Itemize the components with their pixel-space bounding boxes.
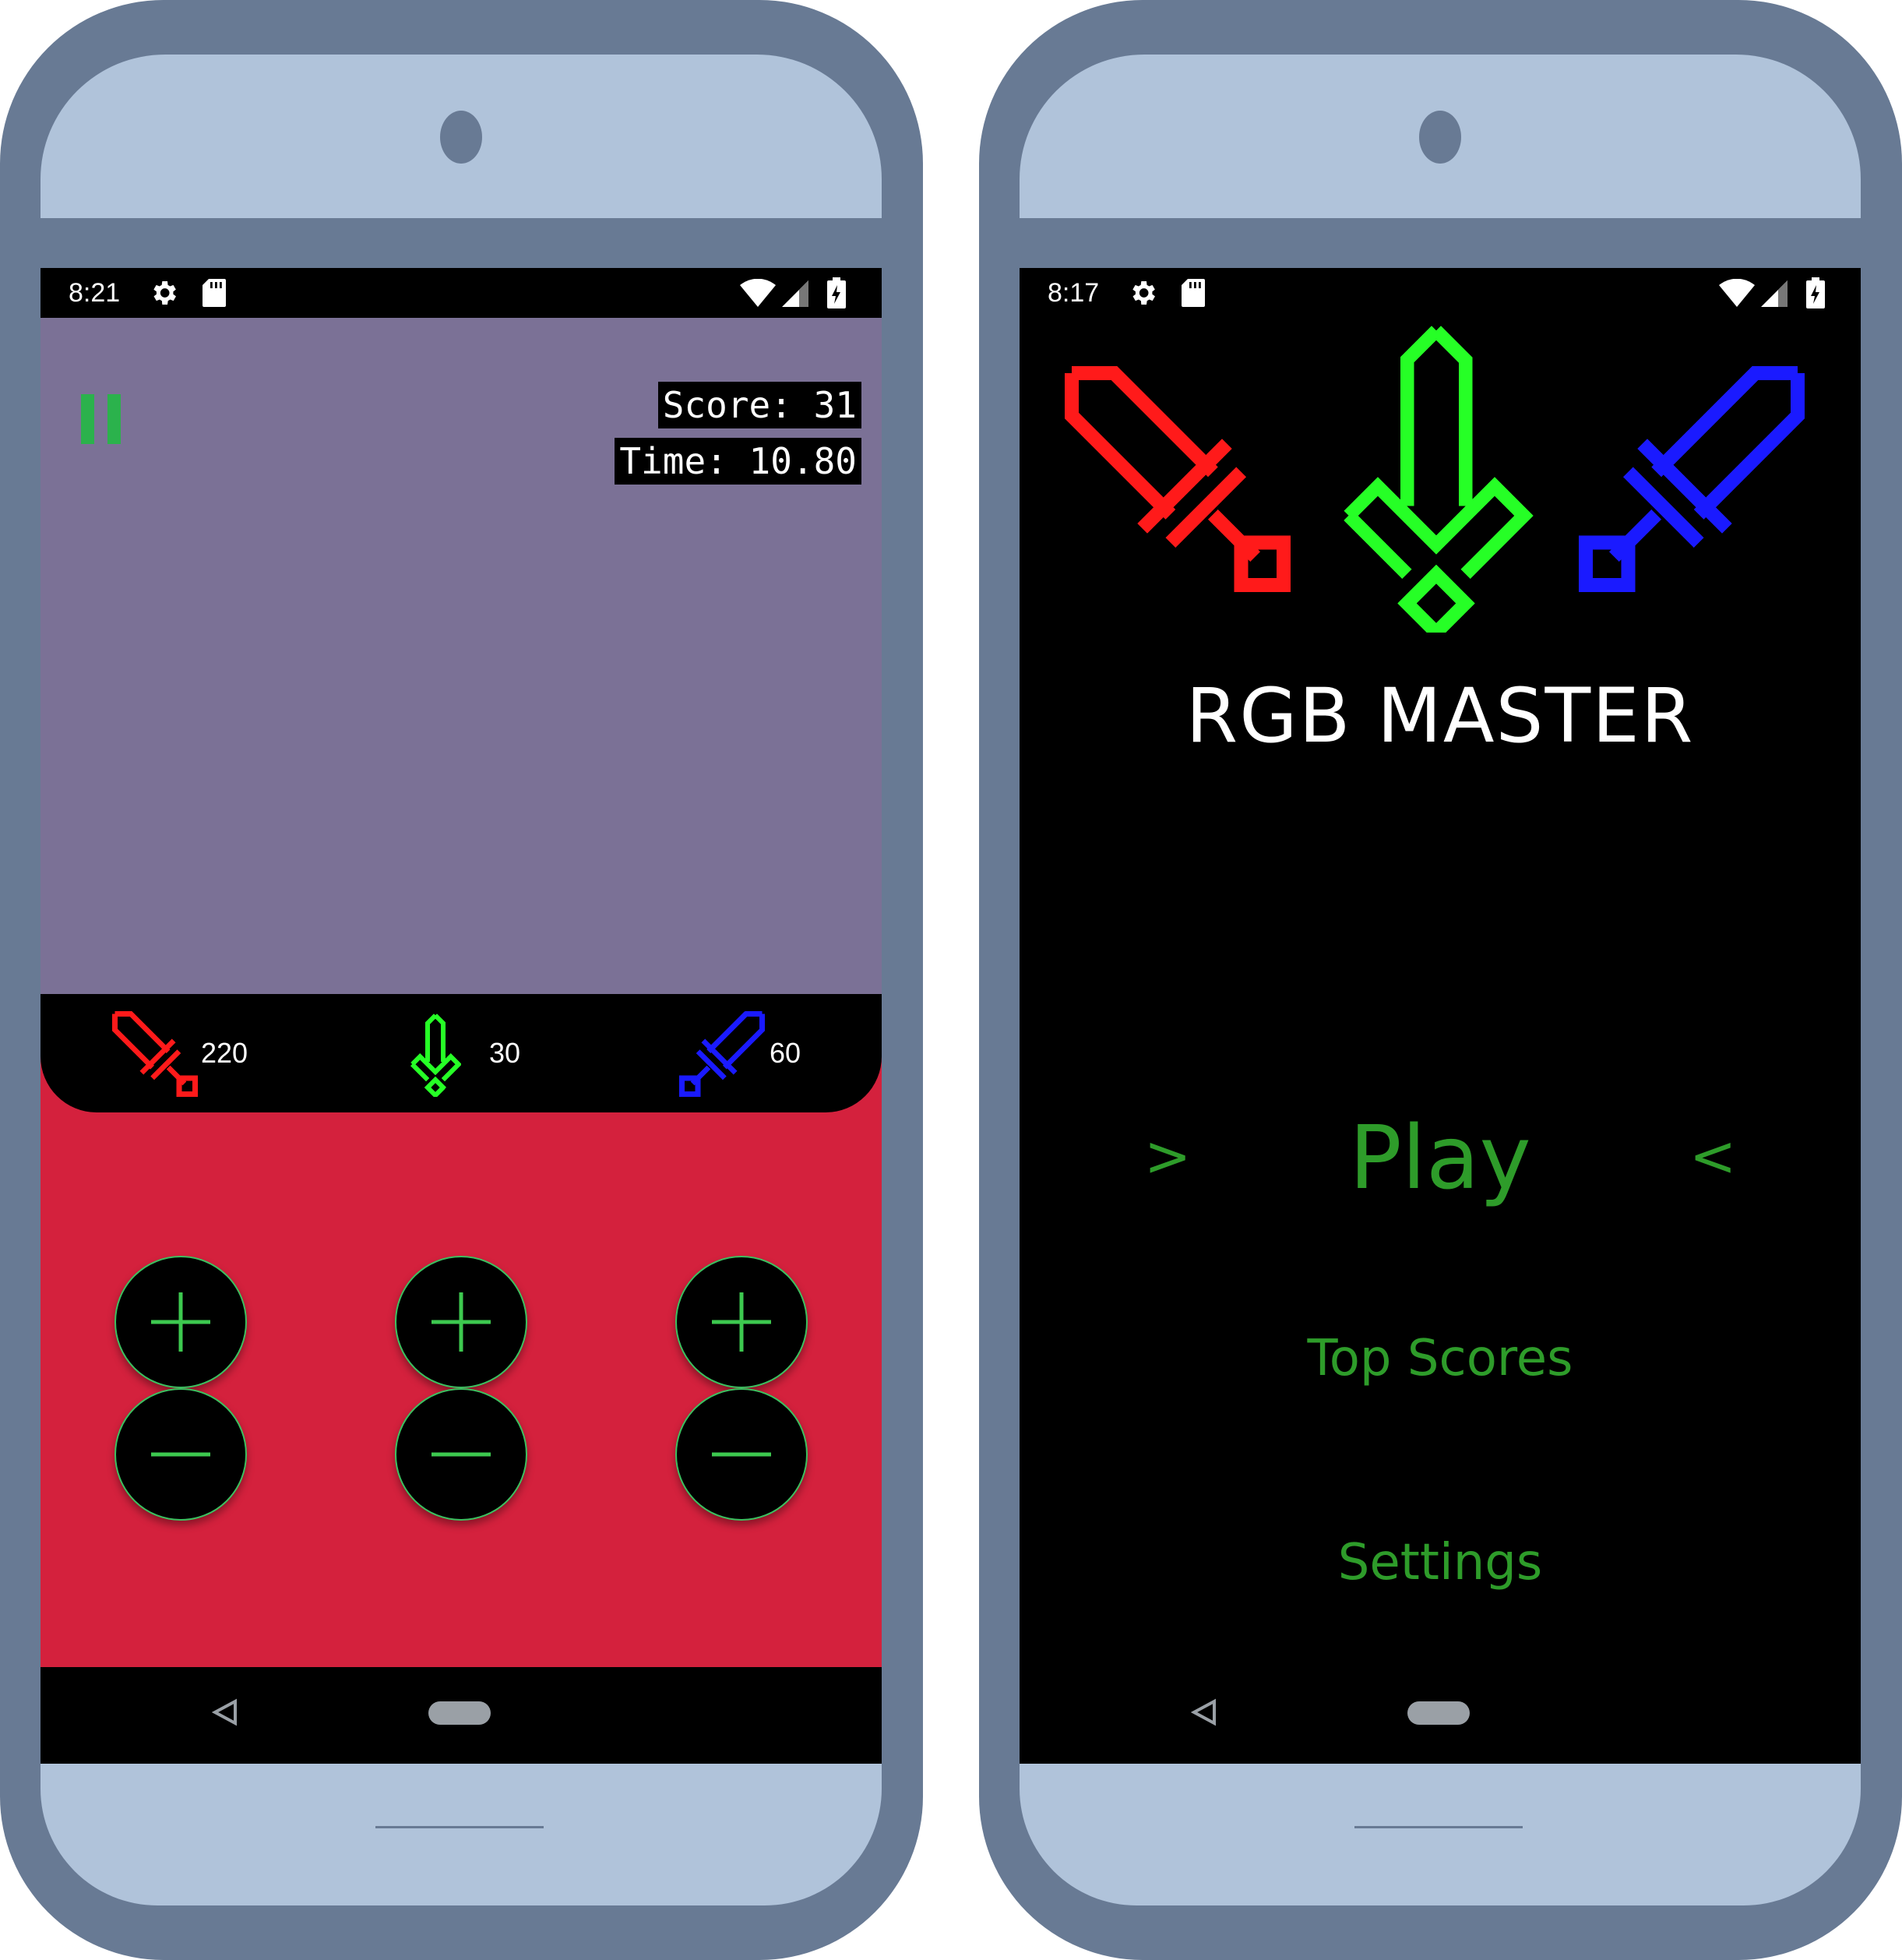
pause-bar-right	[107, 394, 121, 444]
camera-icon	[1419, 111, 1461, 164]
green-minus-button[interactable]	[395, 1388, 527, 1521]
red-minus-button[interactable]	[114, 1388, 247, 1521]
green-sword-icon	[1344, 326, 1534, 633]
phone-bottom-bezel	[41, 1764, 882, 1905]
sd-card-icon	[203, 279, 226, 307]
top-scores-button[interactable]: Top Scores	[1020, 1327, 1861, 1390]
target-color-area: Score: 31 Time: 10.80	[41, 318, 882, 994]
status-time: 8:17	[1048, 278, 1100, 308]
settings-button[interactable]: Settings	[1020, 1532, 1861, 1594]
plus-icon	[712, 1292, 771, 1352]
menu-screen: 8:17 RGB MASTER > Play < Top Scores Sett…	[1020, 268, 1861, 1764]
back-triangle-icon[interactable]	[1191, 1698, 1217, 1726]
speaker-line	[1354, 1826, 1523, 1828]
navigation-bar	[41, 1667, 882, 1764]
home-pill-icon[interactable]	[428, 1701, 491, 1725]
green-counter-value: 30	[489, 1037, 521, 1069]
color-counters-bar: 220 30 60	[41, 994, 882, 1112]
signal-icon	[1761, 280, 1788, 307]
phone-bottom-bezel	[1020, 1764, 1861, 1905]
blue-counter-value: 60	[770, 1037, 801, 1069]
phone-frame-menu: 8:17 RGB MASTER > Play < Top Scores Sett…	[979, 0, 1902, 1960]
status-bar: 8:21	[41, 268, 882, 318]
battery-charging-icon	[827, 277, 846, 308]
minus-icon	[151, 1452, 210, 1457]
wifi-icon	[1719, 279, 1755, 307]
red-plus-button[interactable]	[114, 1256, 247, 1388]
gear-icon	[153, 281, 176, 305]
battery-charging-icon	[1806, 277, 1825, 308]
status-bar: 8:17	[1020, 268, 1861, 318]
time-label: Time: 10.80	[615, 438, 861, 485]
red-counter-value: 220	[201, 1037, 248, 1069]
minus-icon	[431, 1452, 491, 1457]
red-sword-icon	[1065, 366, 1291, 592]
speaker-line	[375, 1826, 544, 1828]
gear-icon	[1132, 281, 1155, 305]
signal-icon	[782, 280, 808, 307]
camera-icon	[440, 111, 482, 164]
phone-top-bezel	[1020, 55, 1861, 218]
phone-frame-game: 8:21 Score: 31 Time: 10.80 220 30 60	[0, 0, 923, 1960]
blue-minus-button[interactable]	[675, 1388, 808, 1521]
blue-sword-icon	[1579, 366, 1805, 592]
minus-icon	[712, 1452, 771, 1457]
blue-plus-button[interactable]	[675, 1256, 808, 1388]
plus-icon	[431, 1292, 491, 1352]
home-pill-icon[interactable]	[1407, 1701, 1470, 1725]
pause-bar-left	[81, 394, 94, 444]
red-sword-icon	[112, 1011, 198, 1097]
navigation-bar	[1020, 1667, 1861, 1764]
sd-card-icon	[1182, 279, 1205, 307]
phone-top-bezel	[41, 55, 882, 218]
wifi-icon	[740, 279, 776, 307]
green-plus-button[interactable]	[395, 1256, 527, 1388]
green-sword-icon	[410, 1013, 461, 1097]
app-title: RGB MASTER	[1185, 672, 1695, 760]
chevron-left-icon: <	[1689, 1123, 1737, 1189]
plus-icon	[151, 1292, 210, 1352]
blue-sword-icon	[679, 1011, 765, 1097]
score-label: Score: 31	[657, 382, 861, 428]
back-triangle-icon[interactable]	[212, 1698, 238, 1726]
game-screen: 8:21 Score: 31 Time: 10.80 220 30 60	[41, 268, 882, 1764]
pause-icon[interactable]	[81, 394, 122, 444]
status-time: 8:21	[69, 278, 121, 308]
